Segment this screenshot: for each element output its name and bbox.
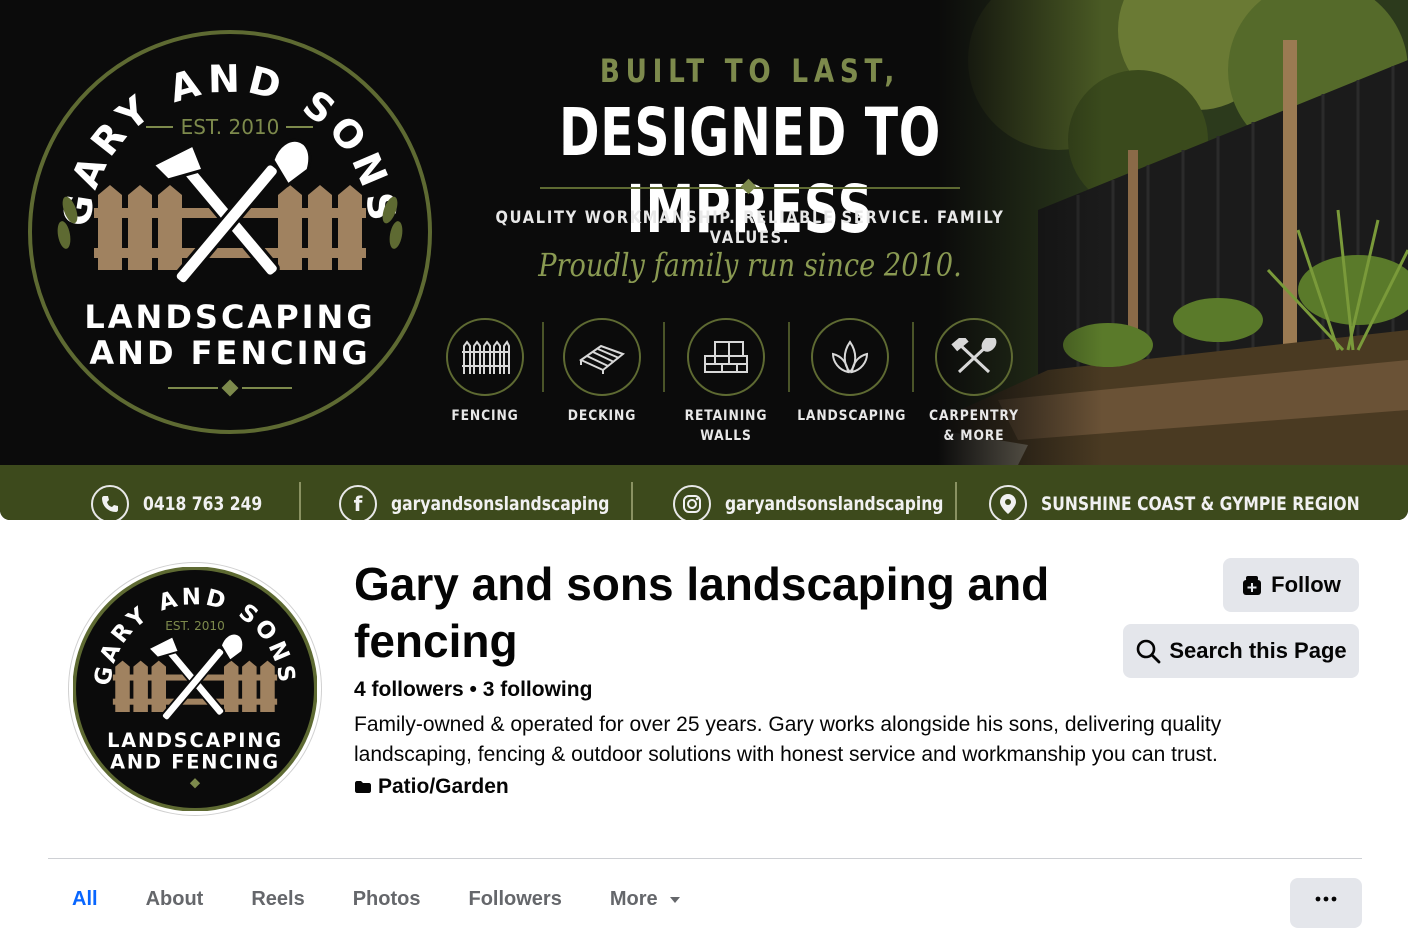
tab-followers[interactable]: Followers bbox=[468, 888, 561, 912]
svg-text:AND FENCING: AND FENCING bbox=[89, 334, 370, 372]
page-tabs: All About Reels Photos Followers More bbox=[48, 888, 729, 912]
service-landscaping: LANDSCAPING bbox=[790, 318, 910, 426]
more-options-button[interactable] bbox=[1290, 878, 1362, 928]
service-decking: DECKING bbox=[542, 318, 662, 426]
service-fencing: FENCING bbox=[425, 318, 545, 426]
svg-text:LANDSCAPING: LANDSCAPING bbox=[107, 729, 283, 752]
service-retaining-walls: RETAINING WALLS bbox=[666, 318, 786, 446]
tab-more[interactable]: More bbox=[610, 888, 681, 912]
follow-stats: 4 followers • 3 following bbox=[354, 678, 592, 702]
ellipsis-icon bbox=[1315, 896, 1337, 902]
contact-separator bbox=[299, 482, 301, 520]
facebook-icon: f bbox=[353, 492, 363, 516]
follow-page-icon bbox=[1243, 576, 1262, 595]
caret-down-icon bbox=[670, 897, 681, 903]
contact-separator bbox=[955, 482, 957, 520]
tab-photos[interactable]: Photos bbox=[353, 888, 421, 912]
svg-text:EST. 2010: EST. 2010 bbox=[181, 115, 280, 139]
search-icon bbox=[1137, 639, 1161, 664]
search-page-button[interactable]: Search this Page bbox=[1123, 624, 1359, 678]
tab-about[interactable]: About bbox=[146, 888, 204, 912]
tab-all[interactable]: All bbox=[72, 888, 98, 912]
company-logo: GARY AND SONS EST. 2010 LANDSCAPING AND … bbox=[28, 30, 432, 434]
leaf-icon bbox=[831, 340, 869, 374]
cover-photo[interactable]: GARY AND SONS EST. 2010 LANDSCAPING AND … bbox=[0, 0, 1408, 520]
tools-icon bbox=[951, 338, 997, 374]
cover-tagline: QUALITY WORKMANSHIP. RELIABLE SERVICE. F… bbox=[495, 208, 1005, 248]
phone-icon bbox=[102, 496, 118, 512]
profile-picture[interactable]: GARY AND SONS EST. 2010 LANDSCAPING AND … bbox=[69, 563, 321, 815]
page-category[interactable]: Patio/Garden bbox=[354, 775, 509, 799]
page-title: Gary and sons landscaping and fencing bbox=[354, 558, 1050, 667]
svg-text:EST. 2010: EST. 2010 bbox=[165, 619, 225, 633]
cover-script-line: Proudly family run since 2010. bbox=[538, 246, 962, 284]
cover-headline-top: BUILT TO LAST, bbox=[599, 52, 901, 90]
svg-text:AND FENCING: AND FENCING bbox=[110, 751, 280, 774]
follow-button[interactable]: Follow bbox=[1223, 558, 1359, 612]
contact-location: SUNSHINE COAST & GYMPIE REGION bbox=[989, 485, 1408, 520]
contact-phone: 0418 763 249 bbox=[91, 485, 288, 520]
contact-facebook: f garyandsonslandscaping bbox=[339, 485, 657, 520]
company-logo-small: GARY AND SONS EST. 2010 LANDSCAPING AND … bbox=[73, 567, 317, 811]
fence-icon bbox=[462, 340, 510, 374]
decking-icon bbox=[578, 344, 626, 374]
contact-separator bbox=[631, 482, 633, 520]
service-separator bbox=[663, 322, 665, 392]
page-bio: Family-owned & operated for over 25 year… bbox=[354, 713, 1222, 766]
following-link[interactable]: 3 following bbox=[483, 678, 593, 701]
svg-text:LANDSCAPING: LANDSCAPING bbox=[84, 298, 375, 336]
followers-link[interactable]: 4 followers bbox=[354, 678, 464, 701]
brick-wall-icon bbox=[704, 341, 748, 373]
service-carpentry: CARPENTRY & MORE bbox=[914, 318, 1034, 446]
tab-reels[interactable]: Reels bbox=[251, 888, 304, 912]
category-tag-icon bbox=[355, 781, 371, 793]
location-pin-icon bbox=[1000, 494, 1016, 514]
profile-divider bbox=[48, 858, 1362, 859]
stats-separator: • bbox=[469, 678, 477, 701]
contact-instagram: garyandsonslandscaping bbox=[673, 485, 991, 520]
instagram-icon bbox=[683, 495, 701, 513]
